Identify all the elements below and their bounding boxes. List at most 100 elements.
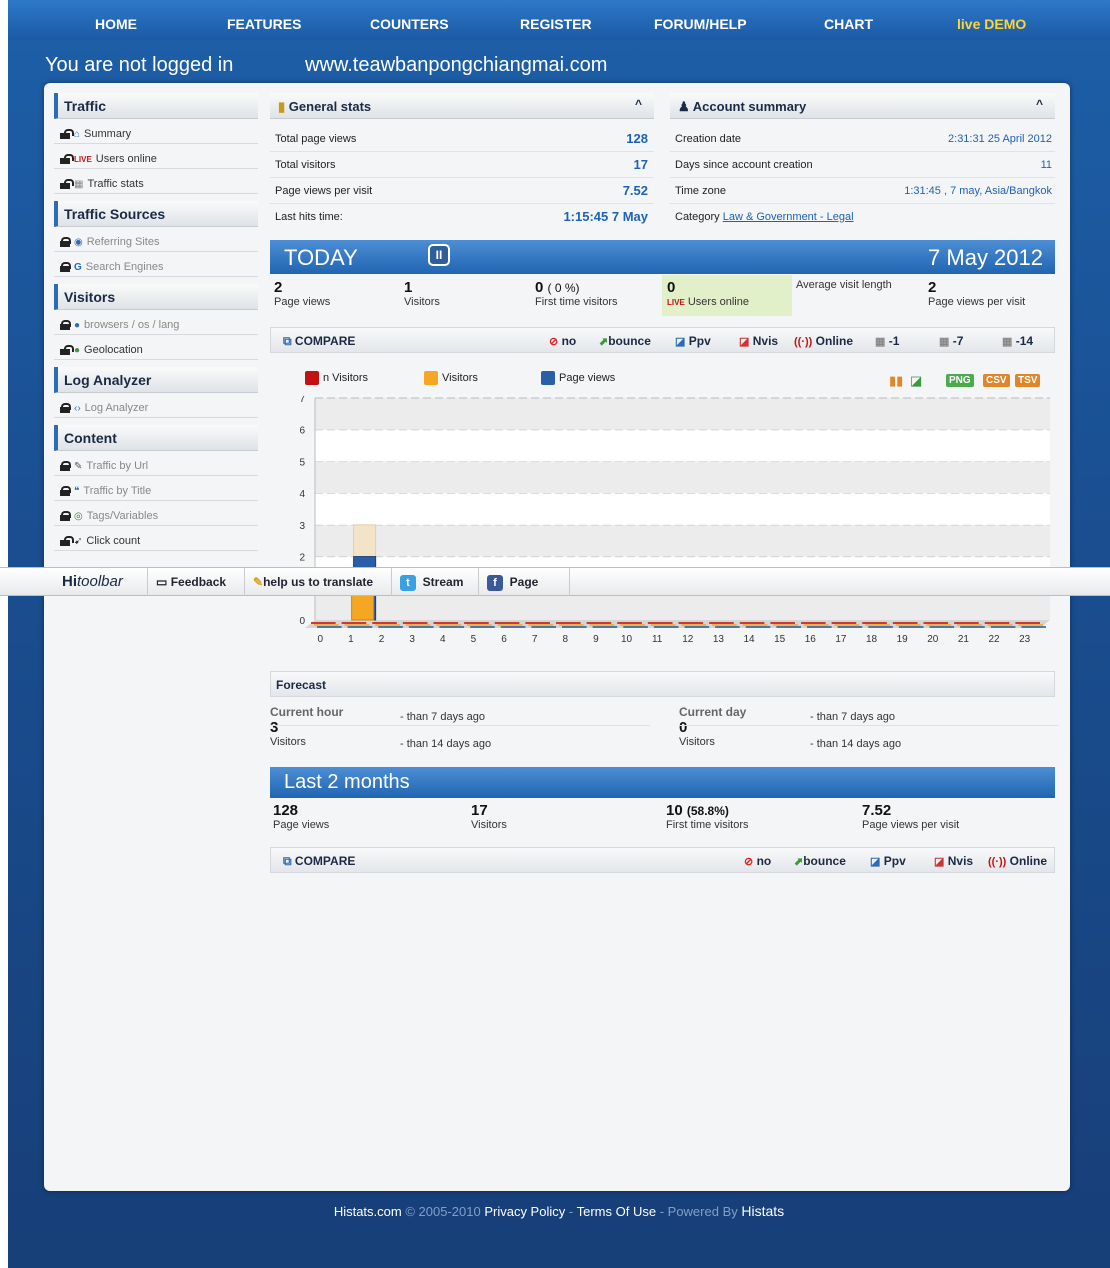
nav-forum-help[interactable]: FORUM/HELP bbox=[654, 16, 747, 32]
footer-brand-link[interactable]: Histats bbox=[741, 1203, 784, 1219]
feedback-button[interactable]: ▭ Feedback bbox=[148, 568, 245, 596]
stat-row: Page views per visit 7.52 bbox=[270, 178, 654, 204]
pause-button[interactable]: II bbox=[428, 244, 450, 266]
unlock-icon bbox=[60, 536, 74, 546]
unlock-icon bbox=[60, 345, 74, 355]
sidebar-item-referring-sites[interactable]: ◉ Referring Sites bbox=[54, 227, 258, 252]
sidebar-item-summary[interactable]: ⌂ Summary bbox=[54, 119, 258, 144]
account-summary-header[interactable]: ♟ Account summary ^ bbox=[670, 93, 1055, 119]
sidebar-section-visitors[interactable]: Visitors bbox=[54, 284, 258, 310]
bounce-icon: ⬈ bbox=[599, 336, 609, 348]
category-link[interactable]: Law & Government - Legal bbox=[723, 211, 854, 223]
bar-chart-icon[interactable]: ▮▮ bbox=[889, 373, 903, 389]
metric-users-online[interactable]: 0 LIVE Users online bbox=[662, 275, 792, 316]
export-csv-button[interactable]: CSV bbox=[983, 374, 1010, 387]
compare-bounce-button[interactable]: ⬈bounce bbox=[599, 334, 651, 348]
sidebar-item-log-analyzer[interactable]: ‹› Log Analyzer bbox=[54, 393, 258, 418]
sidebar-section-traffic[interactable]: Traffic bbox=[54, 93, 258, 119]
footer-copyright: © 2005-2010 bbox=[405, 1204, 481, 1219]
floor-marker bbox=[470, 626, 495, 628]
referring-icon: ◉ bbox=[74, 236, 83, 248]
compare-ppv-button[interactable]: ◪ Ppv bbox=[675, 334, 711, 348]
floor-marker bbox=[372, 622, 397, 624]
floor-marker bbox=[620, 624, 645, 626]
export-png-button[interactable]: PNG bbox=[946, 374, 974, 387]
nav-counters[interactable]: COUNTERS bbox=[370, 16, 449, 32]
export-tsv-button[interactable]: TSV bbox=[1015, 374, 1041, 387]
calendar-icon: ▦ bbox=[74, 178, 84, 190]
compare-bounce-button[interactable]: ⬈bounce bbox=[794, 854, 846, 868]
nav-register[interactable]: REGISTER bbox=[520, 16, 592, 32]
nav-home[interactable]: HOME bbox=[95, 16, 137, 32]
stream-button[interactable]: t Stream bbox=[392, 568, 479, 596]
footer-privacy-link[interactable]: Privacy Policy bbox=[484, 1204, 565, 1219]
hitoolbar-brand: Hitoolbar bbox=[0, 568, 148, 596]
metric-ppv: 2 Page views per visit bbox=[928, 279, 1026, 308]
compare-nvis-button[interactable]: ◪ Nvis bbox=[934, 854, 973, 868]
floor-marker bbox=[408, 626, 434, 628]
live-icon: LIVE bbox=[74, 154, 92, 164]
legend-swatch bbox=[424, 371, 438, 385]
legend-item[interactable]: Page views bbox=[541, 371, 615, 385]
lock-icon bbox=[60, 262, 71, 272]
compare-no-button[interactable]: ⊘ no bbox=[549, 334, 576, 348]
sidebar-item-users-online[interactable]: LIVE Users online bbox=[54, 144, 258, 169]
sidebar-item-traffic-by-url[interactable]: ✎ Traffic by Url bbox=[54, 451, 258, 476]
forecast-day-cmp7: - than 7 days ago bbox=[810, 711, 896, 723]
sidebar-section-log-analyzer[interactable]: Log Analyzer bbox=[54, 367, 258, 393]
footer-separator: - bbox=[568, 1204, 574, 1219]
code-icon: ‹› bbox=[74, 402, 81, 414]
compare-minus7-button[interactable]: ▦ -7 bbox=[939, 334, 963, 348]
compare-title[interactable]: ⧉ COMPARE bbox=[283, 334, 355, 349]
account-row: Days since account creation 11 bbox=[670, 152, 1055, 178]
sidebar-section-traffic-sources[interactable]: Traffic Sources bbox=[54, 201, 258, 227]
compare-title[interactable]: ⧉ COMPARE bbox=[283, 854, 355, 869]
general-stats-title: General stats bbox=[288, 99, 372, 114]
footer-site-link[interactable]: Histats.com bbox=[334, 1204, 402, 1219]
compare-no-button[interactable]: ⊘ no bbox=[744, 854, 771, 868]
floor-marker bbox=[528, 624, 553, 626]
floor-marker bbox=[865, 624, 890, 626]
floor-marker bbox=[892, 622, 918, 624]
general-stats-header[interactable]: ▮ General stats ^ bbox=[270, 93, 654, 119]
twitter-icon: t bbox=[400, 575, 416, 591]
compare-online-button[interactable]: ((·)) Online bbox=[794, 334, 853, 348]
footer-terms-link[interactable]: Terms Of Use bbox=[577, 1204, 656, 1219]
sidebar-item-browsers[interactable]: ● browsers / os / lang bbox=[54, 310, 258, 335]
grid-band bbox=[315, 493, 1050, 525]
floor-marker bbox=[375, 624, 400, 626]
lock-icon bbox=[60, 320, 71, 330]
hourly-chart: 0123456701234567891011121314151617181920… bbox=[290, 394, 1055, 648]
hitoolbar: Hitoolbar ▭ Feedback ✎help us to transla… bbox=[0, 567, 1110, 596]
globe-icon: ● bbox=[74, 344, 81, 356]
compare-nvis-button[interactable]: ◪ Nvis bbox=[739, 334, 778, 348]
nav-chart[interactable]: CHART bbox=[824, 16, 873, 32]
sidebar-section-content[interactable]: Content bbox=[54, 425, 258, 451]
sidebar-item-search-engines[interactable]: G Search Engines bbox=[54, 252, 258, 277]
compare-icon: ⧉ bbox=[283, 334, 292, 348]
sidebar-item-tags[interactable]: ◎ Tags/Variables bbox=[54, 501, 258, 526]
floor-marker bbox=[715, 626, 740, 628]
sidebar-item-geolocation[interactable]: ● Geolocation bbox=[54, 335, 258, 360]
floor-marker bbox=[960, 626, 985, 628]
translate-button[interactable]: ✎help us to translate bbox=[245, 568, 392, 596]
nav-live-demo[interactable]: live DEMO bbox=[957, 16, 1026, 32]
nav-features[interactable]: FEATURES bbox=[227, 16, 301, 32]
line-chart-icon[interactable]: ◪ bbox=[910, 373, 922, 389]
metric-first-time: 0 ( 0 %) First time visitors bbox=[535, 279, 618, 308]
sidebar-item-click-count[interactable]: ➹ Click count bbox=[54, 526, 258, 551]
legend-item[interactable]: Visitors bbox=[424, 371, 478, 385]
compare-minus14-button[interactable]: ▦ -14 bbox=[1002, 334, 1033, 348]
floor-marker bbox=[834, 624, 860, 626]
compare-online-button[interactable]: ((·)) Online bbox=[988, 854, 1047, 868]
compare-ppv-button[interactable]: ◪ Ppv bbox=[870, 854, 906, 868]
legend-swatch bbox=[541, 371, 555, 385]
link-icon: ✎ bbox=[74, 460, 83, 472]
sidebar-item-traffic-by-title[interactable]: ❝ Traffic by Title bbox=[54, 476, 258, 501]
page-button[interactable]: f Page bbox=[479, 568, 570, 596]
compare-minus1-button[interactable]: ▦ -1 bbox=[875, 334, 899, 348]
chevron-up-icon[interactable]: ^ bbox=[635, 97, 642, 111]
legend-item[interactable]: n Visitors bbox=[305, 371, 368, 385]
sidebar-item-traffic-stats[interactable]: ▦ Traffic stats bbox=[54, 169, 258, 194]
chevron-up-icon[interactable]: ^ bbox=[1036, 97, 1043, 111]
